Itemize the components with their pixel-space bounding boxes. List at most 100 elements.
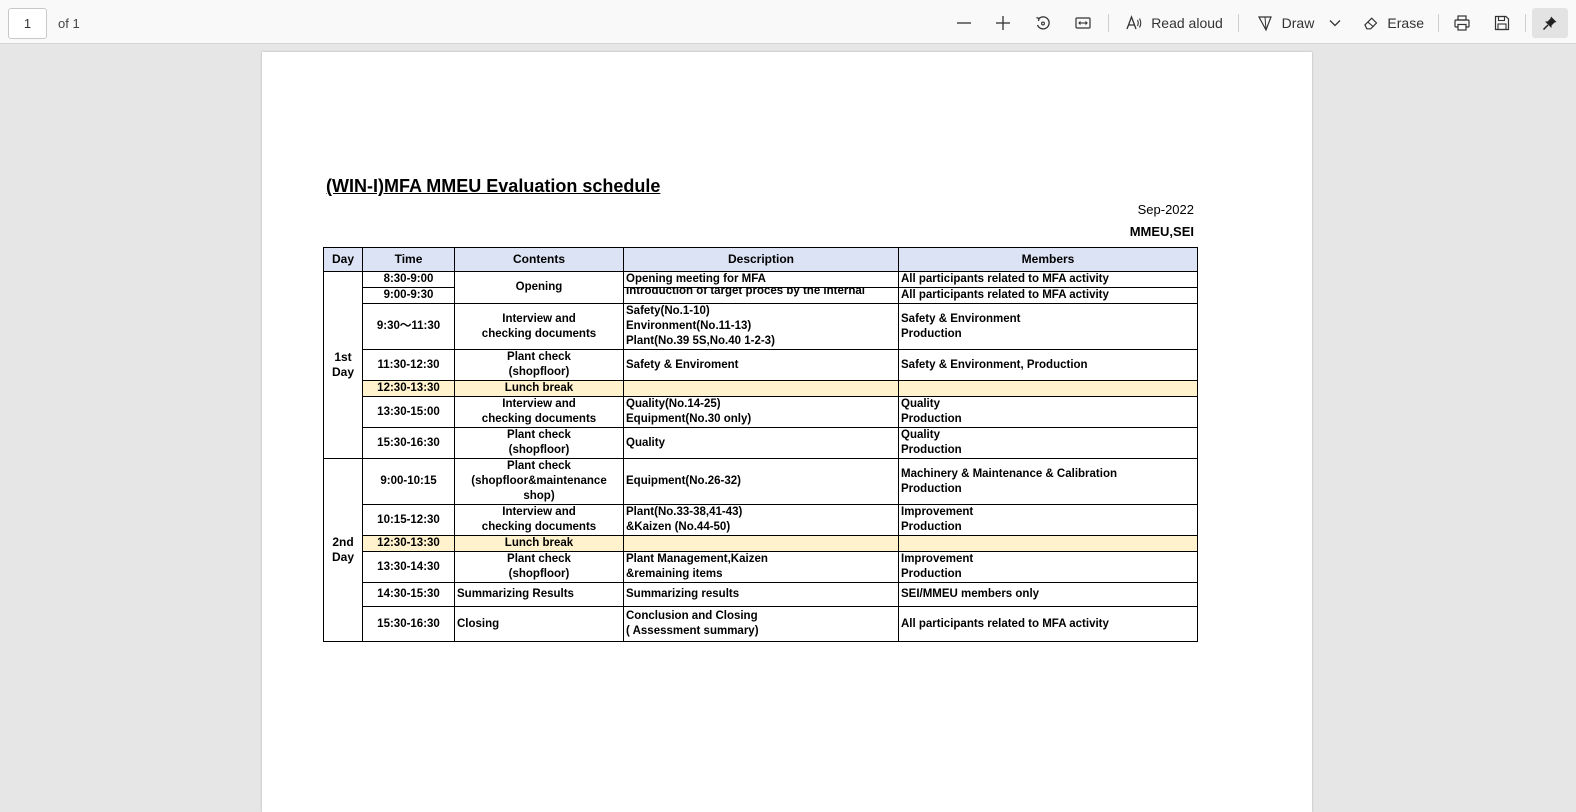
page-number-input[interactable]: 1	[8, 8, 47, 39]
time-cell: 9:00-10:15	[362, 458, 455, 505]
time-cell: 10:15-12:30	[362, 504, 455, 536]
contents-cell: Interview and checking documents	[454, 396, 624, 428]
members-line: Production	[901, 482, 962, 495]
column-header: Time	[362, 247, 455, 272]
contents-cell: Lunch break	[454, 380, 624, 397]
members-line: Improvement	[901, 553, 974, 565]
time-cell: 15:30-16:30	[362, 606, 455, 642]
members-line: Production	[901, 444, 962, 456]
column-header: Day	[323, 247, 363, 272]
table-row: 15:30-16:30 Plant check (shopfloor) Qual…	[324, 427, 1198, 459]
time-cell: 9:30〜11:30	[362, 303, 455, 350]
read-aloud-button[interactable]: Read aloud	[1124, 8, 1224, 38]
erase-button[interactable]: Erase	[1362, 8, 1424, 38]
table-row: 14:30-15:30 Summarizing Results Summariz…	[324, 582, 1198, 607]
description-line: &Kaizen (No.44-50)	[626, 521, 731, 533]
time-cell: 11:30-12:30	[362, 349, 455, 381]
print-icon	[1454, 15, 1470, 31]
description-cell: Summarizing results	[623, 582, 899, 607]
read-aloud-label: Read aloud	[1151, 15, 1223, 31]
table-row: 12:30-13:30 Lunch break	[324, 380, 1198, 397]
schedule-table: Day Time Contents Description Members 1s…	[323, 247, 1198, 642]
description-cell: Opening meeting for MFA	[623, 271, 899, 288]
members-cell: Improvement Production	[898, 551, 1198, 583]
members-cell	[898, 535, 1198, 552]
members-line: Machinery & Maintenance & Calibration	[901, 467, 1117, 480]
description-cell: Safety(No.1-10) Environment(No.11-13) Plan…	[623, 303, 899, 350]
zoom-in-button[interactable]	[989, 8, 1017, 38]
table-row: 15:30-16:30 Closing Conclusion and Closi…	[324, 606, 1198, 642]
pin-toolbar-button[interactable]	[1532, 8, 1568, 38]
members-line: Quality	[901, 429, 940, 441]
members-cell: SEI/MMEU members only	[898, 582, 1198, 607]
description-line: Plant(No.33-38,41-43)	[626, 506, 743, 518]
time-cell: 8:30-9:00	[362, 271, 455, 288]
pdf-toolbar: 1 of 1 Read aloud Draw Erase	[0, 0, 1576, 44]
contents-cell: Opening	[454, 271, 624, 304]
print-button[interactable]	[1448, 8, 1476, 38]
column-header: Members	[898, 247, 1198, 272]
page-count-label: of 1	[58, 16, 80, 31]
save-button[interactable]	[1488, 8, 1516, 38]
description-line: Safety(No.1-10)	[626, 305, 710, 317]
erase-icon	[1364, 17, 1378, 30]
description-cell: Introduction of target proces by the int…	[623, 287, 899, 304]
members-cell: All participants related to MFA activity	[898, 606, 1198, 642]
column-header: Description	[623, 247, 899, 272]
members-cell: Quality Production	[898, 396, 1198, 428]
description-line: Environment(No.11-13)	[626, 320, 752, 332]
time-cell: 15:30-16:30	[362, 427, 455, 459]
save-icon	[1494, 15, 1510, 31]
description-cell: Safety & Enviroment	[623, 349, 899, 381]
contents-cell: Plant check (shopfloor&maintenance shop)	[454, 458, 624, 505]
table-row: 1st Day 8:30-9:00 Opening Opening meetin…	[323, 271, 1198, 459]
erase-label: Erase	[1387, 15, 1424, 31]
description-cell: Quality(No.14-25) Equipment(No.30 only)	[623, 396, 899, 428]
read-aloud-icon	[1126, 15, 1142, 30]
fit-page-button[interactable]	[1069, 8, 1097, 38]
members-cell: All participants related to MFA activity	[898, 271, 1198, 288]
table-row: 11:30-12:30 Plant check (shopfloor) Safe…	[324, 349, 1198, 381]
description-line: Plant(No.39 5S,No.40 1-2-3)	[626, 335, 775, 347]
pdf-page: (WIN-I)MFA MMEU Evaluation schedule Sep-…	[262, 52, 1312, 812]
members-cell: Machinery & Maintenance & Calibration Pro…	[898, 458, 1198, 505]
draw-icon	[1257, 16, 1272, 32]
zoom-out-button[interactable]	[950, 8, 978, 38]
table-row: 13:30-15:00 Interview and checking docum…	[324, 396, 1198, 428]
document-date: Sep-2022	[1137, 202, 1194, 217]
members-cell	[898, 380, 1198, 397]
fit-page-icon	[1075, 17, 1091, 29]
members-line: Production	[901, 568, 962, 580]
rotate-button[interactable]	[1029, 8, 1057, 38]
members-line: Safety & Environment	[901, 312, 1021, 325]
draw-button[interactable]: Draw	[1254, 8, 1316, 38]
description-line: Conclusion and Closing	[626, 610, 758, 622]
description-text: Introduction of target proces by the int…	[626, 287, 865, 297]
members-line: Production	[901, 413, 962, 425]
description-line: Plant Management,Kaizen	[626, 553, 768, 565]
contents-cell: Interview and checking documents	[454, 303, 624, 350]
description-line: &remaining items	[626, 568, 723, 580]
time-cell: 12:30-13:30	[362, 535, 455, 552]
zoom-out-icon	[957, 22, 971, 24]
column-header: Contents	[454, 247, 624, 272]
document-organization: MMEU,SEI	[1129, 224, 1194, 239]
description-cell	[623, 380, 899, 397]
members-line: Production	[901, 521, 962, 533]
description-line: Equipment(No.30 only)	[626, 413, 752, 425]
chevron-down-icon	[1329, 20, 1341, 27]
time-cell: 13:30-15:00	[362, 396, 455, 428]
members-cell: All participants related to MFA activity	[898, 287, 1198, 304]
description-line: Quality(No.14-25)	[626, 398, 721, 410]
toolbar-divider	[1238, 14, 1239, 32]
members-line: Production	[901, 327, 962, 340]
contents-cell: Summarizing Results	[454, 582, 624, 607]
members-cell: Improvement Production	[898, 504, 1198, 536]
description-cell: Equipment(No.26-32)	[623, 458, 899, 505]
draw-options-button[interactable]	[1322, 8, 1348, 38]
pin-icon	[1542, 16, 1557, 31]
time-cell: 12:30-13:30	[362, 380, 455, 397]
table-row: 2nd Day 9:00-10:15 Plant check (shopfloo…	[323, 458, 1198, 642]
toolbar-divider	[1108, 14, 1109, 32]
day-cell: 2nd Day	[323, 458, 363, 642]
